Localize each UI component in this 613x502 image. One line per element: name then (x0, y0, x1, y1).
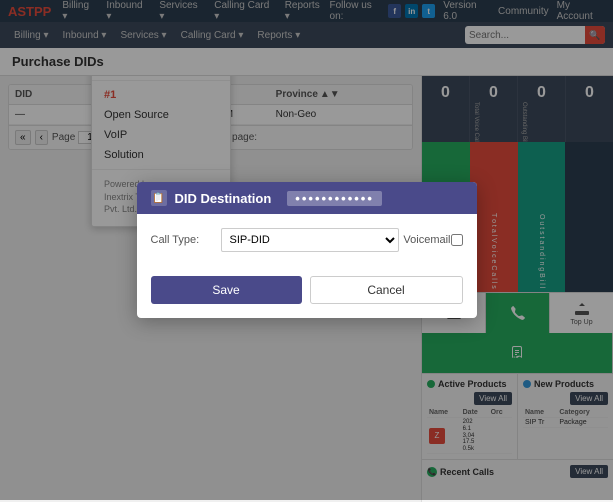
save-button[interactable]: Save (151, 276, 302, 304)
voicemail-label: Voicemail (403, 234, 450, 246)
modal-masked-value: •••••••••••• (287, 191, 382, 206)
modal-body: Call Type: SIP-DID Voicemail (137, 214, 477, 276)
call-type-row: Call Type: SIP-DID Voicemail (151, 228, 463, 252)
modal-header: 📋 DID Destination •••••••••••• (137, 182, 477, 214)
modal-footer: Save Cancel (137, 276, 477, 318)
modal-overlay: 📋 DID Destination •••••••••••• Call Type… (0, 0, 613, 500)
cancel-button[interactable]: Cancel (310, 276, 463, 304)
modal-title: DID Destination (175, 191, 272, 206)
call-type-select[interactable]: SIP-DID (221, 228, 400, 252)
call-type-label: Call Type: (151, 234, 221, 246)
did-destination-modal: 📋 DID Destination •••••••••••• Call Type… (137, 182, 477, 318)
voicemail-checkbox[interactable] (451, 234, 463, 246)
modal-header-icon: 📋 (151, 190, 167, 206)
